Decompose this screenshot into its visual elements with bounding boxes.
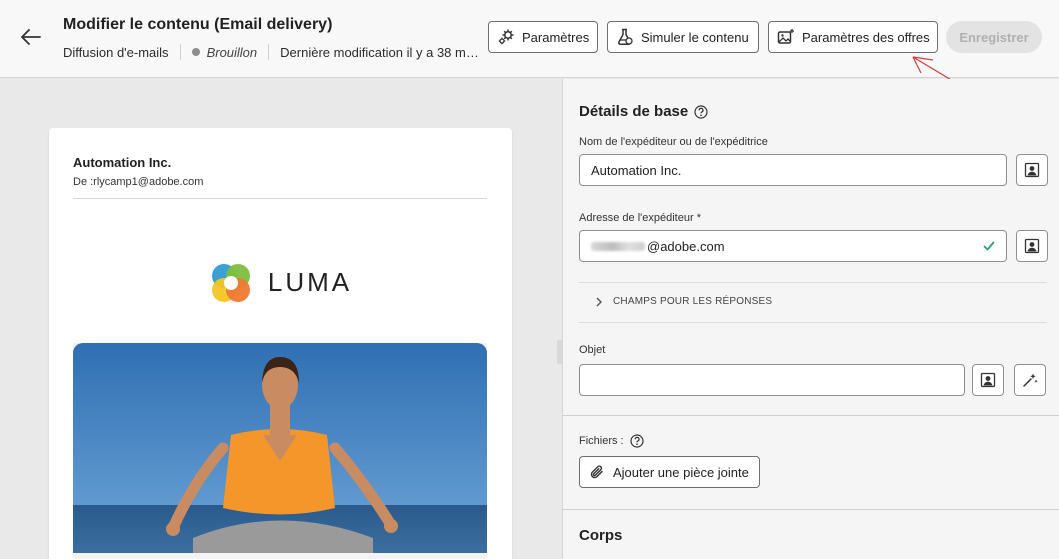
brand-name: LUMA bbox=[267, 267, 353, 297]
basic-details-heading: Détails de base bbox=[579, 103, 708, 120]
simulate-content-button[interactable]: Simuler le contenu bbox=[607, 21, 759, 53]
header-subline: Diffusion d'e-mails Brouillon Dernière m… bbox=[63, 44, 480, 60]
personalization-icon bbox=[1024, 162, 1040, 178]
last-modified-text: Dernière modification il y a 38 minutes bbox=[280, 44, 481, 60]
sender-address-input[interactable]: @adobe.com bbox=[579, 230, 1007, 262]
personalization-button[interactable] bbox=[972, 364, 1004, 396]
email-preview-card: Automation Inc. De :rlycamp1@adobe.com L… bbox=[49, 128, 512, 559]
offer-settings-button[interactable]: Paramètres des offres bbox=[768, 21, 938, 53]
divider bbox=[179, 44, 181, 60]
personalization-icon bbox=[1024, 238, 1040, 254]
checkmark-icon bbox=[983, 241, 995, 251]
preview-sender-name: Automation Inc. bbox=[73, 155, 172, 170]
page-title: Modifier le contenu (Email delivery) bbox=[63, 16, 333, 33]
help-icon[interactable] bbox=[694, 104, 708, 119]
properties-panel: Détails de base Nom de l'expéditeur ou d… bbox=[562, 79, 1059, 559]
sender-address-label: Adresse de l'expéditeur bbox=[579, 212, 694, 224]
body-heading: Corps bbox=[579, 527, 622, 544]
add-attachment-label: Ajouter une pièce jointe bbox=[613, 464, 749, 480]
sender-address-label-row: Adresse de l'expéditeur * bbox=[579, 212, 701, 224]
save-button[interactable]: Enregistrer bbox=[946, 21, 1042, 53]
magic-sparkle-icon bbox=[1023, 373, 1038, 387]
files-label: Fichiers : bbox=[579, 435, 624, 447]
settings-button[interactable]: Paramètres bbox=[488, 21, 598, 53]
add-attachment-button[interactable]: Ajouter une pièce jointe bbox=[579, 456, 760, 488]
divider bbox=[563, 415, 1059, 416]
divider bbox=[73, 198, 487, 199]
sender-address-value: @adobe.com bbox=[647, 238, 725, 254]
flask-icon bbox=[618, 28, 633, 46]
basic-details-title: Détails de base bbox=[579, 103, 689, 120]
reply-fields-label: CHAMPS POUR LES RÉPONSES bbox=[613, 296, 773, 307]
reply-fields-toggle[interactable]: CHAMPS POUR LES RÉPONSES bbox=[595, 296, 772, 307]
status-dot-icon bbox=[191, 48, 200, 56]
gear-icon bbox=[498, 29, 514, 45]
email-body-preview: LUMA bbox=[73, 222, 487, 559]
files-label-row: Fichiers : bbox=[579, 434, 644, 448]
subject-label: Objet bbox=[579, 344, 606, 356]
personalization-button[interactable] bbox=[1016, 230, 1048, 262]
header-bar: Modifier le contenu (Email delivery) Dif… bbox=[0, 0, 1059, 78]
subject-input[interactable] bbox=[579, 364, 965, 396]
brand-logo: LUMA bbox=[73, 222, 487, 343]
settings-button-label: Paramètres bbox=[522, 29, 590, 45]
sender-name-label: Nom de l'expéditeur ou de l'expéditrice bbox=[579, 136, 768, 148]
divider bbox=[268, 44, 270, 60]
simulate-content-label: Simuler le contenu bbox=[641, 29, 749, 45]
ai-assistant-button[interactable] bbox=[1014, 364, 1046, 396]
sender-name-input[interactable]: Automation Inc. bbox=[579, 154, 1007, 186]
body-title: Corps bbox=[579, 527, 623, 544]
help-icon[interactable] bbox=[630, 434, 644, 448]
divider bbox=[563, 509, 1059, 510]
back-arrow-icon[interactable] bbox=[18, 26, 44, 48]
personalization-button[interactable] bbox=[1016, 154, 1048, 186]
divider bbox=[579, 282, 1047, 283]
email-preview-area: Automation Inc. De :rlycamp1@adobe.com L… bbox=[0, 79, 560, 559]
paperclip-icon bbox=[590, 465, 603, 479]
channel-label: Diffusion d'e-mails bbox=[63, 44, 169, 60]
hero-image bbox=[73, 343, 487, 553]
chevron-right-icon bbox=[596, 297, 602, 306]
redacted-text bbox=[591, 241, 645, 251]
offer-settings-label: Paramètres des offres bbox=[802, 29, 930, 45]
divider bbox=[579, 322, 1047, 323]
image-sparkle-icon bbox=[777, 29, 794, 44]
preview-sender-from: De :rlycamp1@adobe.com bbox=[73, 176, 204, 188]
required-marker: * bbox=[696, 212, 701, 224]
luma-logo-icon bbox=[211, 263, 250, 302]
personalization-icon bbox=[980, 372, 996, 388]
status-badge: Brouillon bbox=[206, 44, 258, 60]
